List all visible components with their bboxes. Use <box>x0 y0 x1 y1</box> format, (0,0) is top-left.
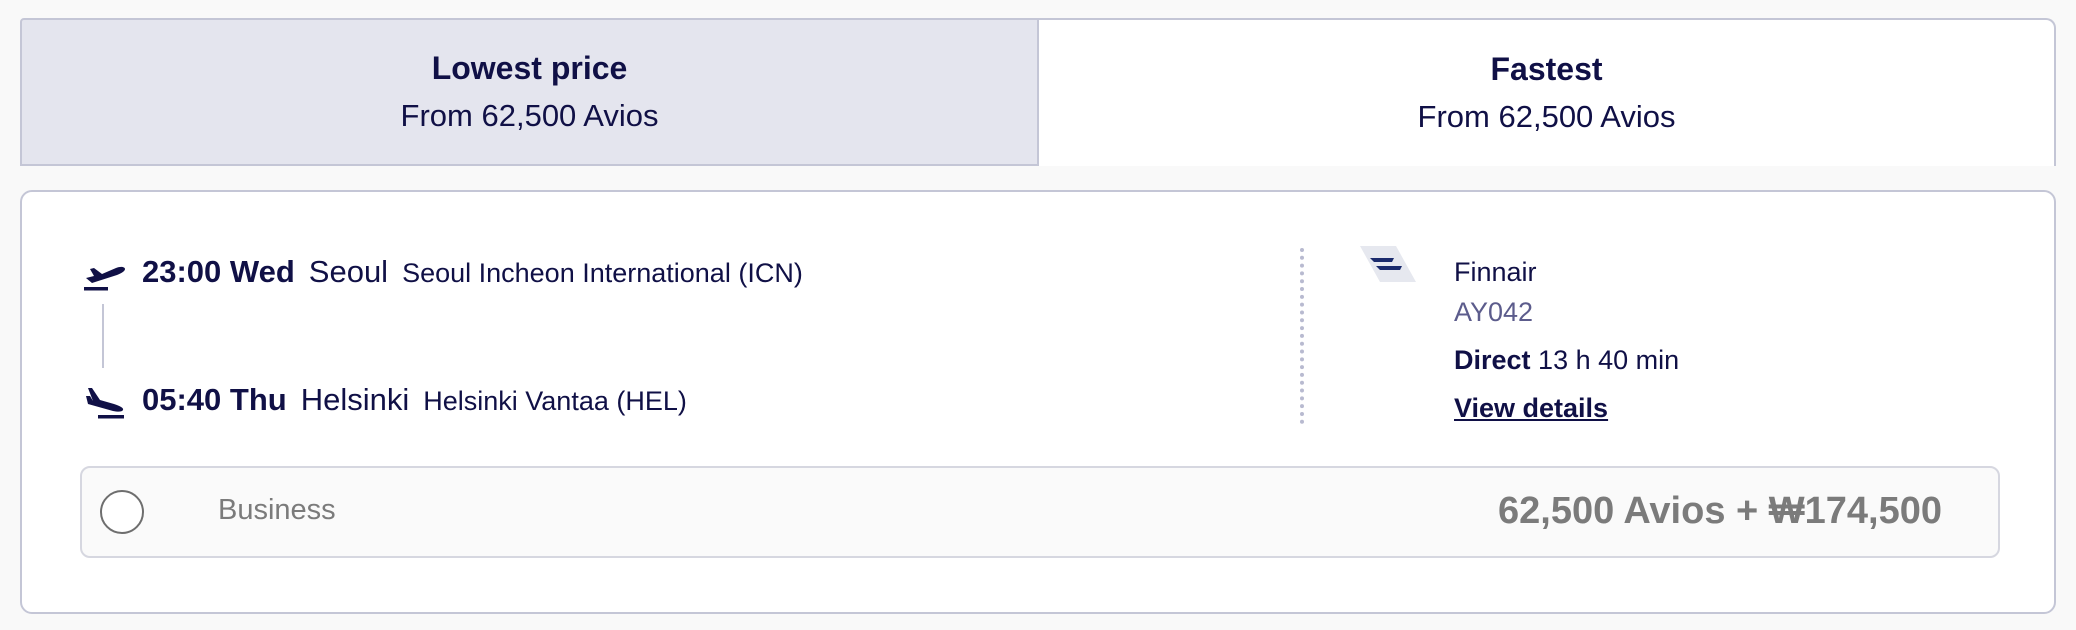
tab-fastest-title: Fastest <box>1490 51 1603 87</box>
departure-row: 23:00 Wed Seoul Seoul Incheon Internatio… <box>82 254 803 290</box>
finnair-logo <box>1360 246 1416 282</box>
tab-fastest-subtitle: From 62,500 Avios <box>1417 99 1676 134</box>
departure-airport: Seoul Incheon International (ICN) <box>402 258 803 288</box>
departure-time: 23:00 Wed <box>142 254 295 289</box>
arrival-row: 05:40 Thu Helsinki Helsinki Vantaa (HEL) <box>82 382 687 418</box>
tab-lowest-price-subtitle: From 62,500 Avios <box>400 98 659 133</box>
arrival-time: 05:40 Thu <box>142 382 287 417</box>
flight-duration: Direct 13 h 40 min <box>1454 340 1679 380</box>
airline-name: Finnair <box>1454 257 1537 287</box>
tab-fastest[interactable]: Fastest From 62,500 Avios <box>1039 18 2056 166</box>
duration-value: 13 h 40 min <box>1538 345 1680 375</box>
flight-number: AY042 <box>1454 297 1534 327</box>
departure-city: Seoul <box>308 254 389 289</box>
flight-card: 23:00 Wed Seoul Seoul Incheon Internatio… <box>20 190 2056 614</box>
tab-lowest-price[interactable]: Lowest price From 62,500 Avios <box>20 18 1039 166</box>
segment-connector <box>102 304 104 368</box>
fare-price: 62,500 Avios + ₩174,500 <box>1498 490 1942 532</box>
sort-tabs: Lowest price From 62,500 Avios Fastest F… <box>20 18 2056 166</box>
stops-label: Direct <box>1454 345 1531 375</box>
vertical-divider <box>1300 248 1304 424</box>
fare-option-business[interactable]: Business 62,500 Avios + ₩174,500 <box>80 466 2000 558</box>
cabin-class: Business <box>218 494 336 526</box>
view-details-link[interactable]: View details <box>1454 388 1608 428</box>
arrival-airport: Helsinki Vantaa (HEL) <box>423 386 687 416</box>
airline-info: Finnair AY042 Direct 13 h 40 min View de… <box>1454 252 1679 428</box>
arrival-city: Helsinki <box>300 382 410 417</box>
tab-lowest-price-title: Lowest price <box>431 50 628 86</box>
fare-radio[interactable] <box>100 490 144 534</box>
